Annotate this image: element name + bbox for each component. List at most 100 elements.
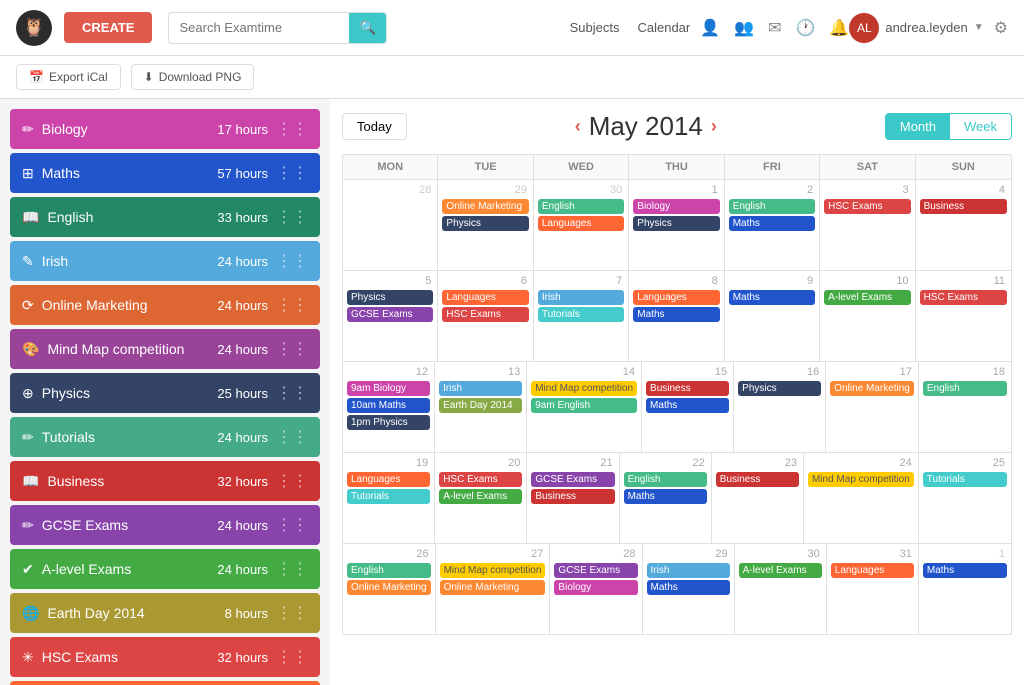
calendar-event[interactable]: HSC Exams	[442, 307, 528, 322]
sidebar-item-biology[interactable]: ✏ Biology 17 hours ⋮⋮	[10, 109, 320, 149]
drag-handle-icon[interactable]: ⋮⋮	[276, 427, 308, 447]
calendar-event[interactable]: 1pm Physics	[347, 415, 430, 430]
calendar-event[interactable]: Physics	[442, 216, 528, 231]
calendar-event[interactable]: 9am Biology	[347, 381, 430, 396]
month-view-button[interactable]: Month	[886, 114, 950, 139]
calendar-event[interactable]: English	[538, 199, 624, 214]
calendar-event[interactable]: Mind Map competition	[440, 563, 546, 578]
drag-handle-icon[interactable]: ⋮⋮	[276, 207, 308, 227]
search-button[interactable]: 🔍	[349, 13, 386, 43]
calendar-event[interactable]: HSC Exams	[920, 290, 1007, 305]
sidebar-item-tutorials[interactable]: ✏ Tutorials 24 hours ⋮⋮	[10, 417, 320, 457]
gear-icon[interactable]: ⚙	[994, 18, 1008, 38]
sidebar-item-english[interactable]: 📖 English 33 hours ⋮⋮	[10, 197, 320, 237]
calendar-event[interactable]: Online Marketing	[440, 580, 546, 595]
calendar-event[interactable]: English	[923, 381, 1007, 396]
sidebar-item-hsc[interactable]: ✳ HSC Exams 32 hours ⋮⋮	[10, 637, 320, 677]
calendar-event[interactable]: Online Marketing	[830, 381, 914, 396]
calendar-event[interactable]: Business	[646, 381, 729, 396]
calendar-event[interactable]: English	[347, 563, 431, 578]
calendar-event[interactable]: Tutorials	[347, 489, 430, 504]
calendar-event[interactable]: Maths	[729, 216, 815, 231]
calendar-event[interactable]: Languages	[442, 290, 528, 305]
next-arrow[interactable]: ›	[711, 116, 717, 137]
sidebar-item-languages[interactable]: ☯ Languages 32 hours ⋮⋮	[10, 681, 320, 685]
calendar-event[interactable]: Online Marketing	[442, 199, 528, 214]
calendar-event[interactable]: 10am Maths	[347, 398, 430, 413]
sidebar-item-gcse[interactable]: ✏ GCSE Exams 24 hours ⋮⋮	[10, 505, 320, 545]
calendar-event[interactable]: Business	[920, 199, 1007, 214]
calendar-event[interactable]: A-level Exams	[824, 290, 910, 305]
calendar-event[interactable]: Maths	[647, 580, 730, 595]
calendar-event[interactable]: Irish	[538, 290, 624, 305]
today-button[interactable]: Today	[342, 113, 407, 140]
calendar-event[interactable]: Languages	[538, 216, 624, 231]
calendar-event[interactable]: Maths	[633, 307, 719, 322]
calendar-event[interactable]: Physics	[738, 381, 821, 396]
calendar-event[interactable]: A-level Exams	[439, 489, 522, 504]
sidebar-item-physics[interactable]: ⊕ Physics 25 hours ⋮⋮	[10, 373, 320, 413]
calendar-event[interactable]: Languages	[347, 472, 430, 487]
prev-arrow[interactable]: ‹	[575, 116, 581, 137]
drag-handle-icon[interactable]: ⋮⋮	[276, 251, 308, 271]
calendar-event[interactable]: GCSE Exams	[554, 563, 637, 578]
drag-handle-icon[interactable]: ⋮⋮	[276, 471, 308, 491]
calendar-event[interactable]: 9am English	[531, 398, 637, 413]
calendar-event[interactable]: English	[729, 199, 815, 214]
calendar-event[interactable]: Mind Map competition	[808, 472, 914, 487]
drag-handle-icon[interactable]: ⋮⋮	[276, 339, 308, 359]
drag-handle-icon[interactable]: ⋮⋮	[276, 559, 308, 579]
nav-subjects[interactable]: Subjects	[570, 20, 620, 35]
calendar-event[interactable]: GCSE Exams	[531, 472, 614, 487]
nav-calendar[interactable]: Calendar	[637, 20, 690, 35]
calendar-event[interactable]: Tutorials	[923, 472, 1007, 487]
sidebar-item-irish[interactable]: ✎ Irish 24 hours ⋮⋮	[10, 241, 320, 281]
download-png-button[interactable]: ⬇ Download PNG	[131, 64, 255, 90]
sidebar-item-alevel[interactable]: ✔ A-level Exams 24 hours ⋮⋮	[10, 549, 320, 589]
drag-handle-icon[interactable]: ⋮⋮	[276, 163, 308, 183]
calendar-event[interactable]: Languages	[831, 563, 914, 578]
drag-handle-icon[interactable]: ⋮⋮	[276, 515, 308, 535]
calendar-event[interactable]: GCSE Exams	[347, 307, 433, 322]
calendar-event[interactable]: Maths	[923, 563, 1007, 578]
calendar-event[interactable]: Biology	[554, 580, 637, 595]
history-icon[interactable]: 🕐	[796, 18, 816, 38]
calendar-event[interactable]: Irish	[439, 381, 522, 396]
sidebar-item-maths[interactable]: ⊞ Maths 57 hours ⋮⋮	[10, 153, 320, 193]
bell-icon[interactable]: 🔔	[829, 18, 849, 38]
sidebar-item-mind-map[interactable]: 🎨 Mind Map competition 24 hours ⋮⋮	[10, 329, 320, 369]
calendar-event[interactable]: Earth Day 2014	[439, 398, 522, 413]
sidebar-item-business[interactable]: 📖 Business 32 hours ⋮⋮	[10, 461, 320, 501]
calendar-event[interactable]: Biology	[633, 199, 719, 214]
calendar-event[interactable]: Physics	[347, 290, 433, 305]
week-view-button[interactable]: Week	[950, 114, 1011, 139]
search-input[interactable]	[169, 14, 349, 41]
export-ical-button[interactable]: 📅 Export iCal	[16, 64, 121, 90]
calendar-event[interactable]: Business	[531, 489, 614, 504]
calendar-event[interactable]: HSC Exams	[439, 472, 522, 487]
drag-handle-icon[interactable]: ⋮⋮	[276, 603, 308, 623]
calendar-event[interactable]: Languages	[633, 290, 719, 305]
create-button[interactable]: CREATE	[64, 12, 152, 43]
calendar-event[interactable]: Mind Map competition	[531, 381, 637, 396]
drag-handle-icon[interactable]: ⋮⋮	[276, 119, 308, 139]
sidebar-item-online-marketing[interactable]: ⟳ Online Marketing 24 hours ⋮⋮	[10, 285, 320, 325]
calendar-event[interactable]: Online Marketing	[347, 580, 431, 595]
calendar-event[interactable]: English	[624, 472, 707, 487]
group-icon[interactable]: 👥	[734, 18, 754, 38]
calendar-event[interactable]: Maths	[646, 398, 729, 413]
profile-icon[interactable]: 👤	[700, 18, 720, 38]
calendar-event[interactable]: Business	[716, 472, 799, 487]
calendar-event[interactable]: Maths	[624, 489, 707, 504]
drag-handle-icon[interactable]: ⋮⋮	[276, 295, 308, 315]
mail-icon[interactable]: ✉	[768, 18, 781, 38]
calendar-event[interactable]: Maths	[729, 290, 815, 305]
drag-handle-icon[interactable]: ⋮⋮	[276, 383, 308, 403]
sidebar-item-earth-day[interactable]: 🌐 Earth Day 2014 8 hours ⋮⋮	[10, 593, 320, 633]
calendar-event[interactable]: Physics	[633, 216, 719, 231]
calendar-event[interactable]: A-level Exams	[739, 563, 822, 578]
user-badge[interactable]: AL andrea.leyden ▼	[849, 13, 983, 43]
calendar-event[interactable]: Irish	[647, 563, 730, 578]
drag-handle-icon[interactable]: ⋮⋮	[276, 647, 308, 667]
calendar-event[interactable]: Tutorials	[538, 307, 624, 322]
